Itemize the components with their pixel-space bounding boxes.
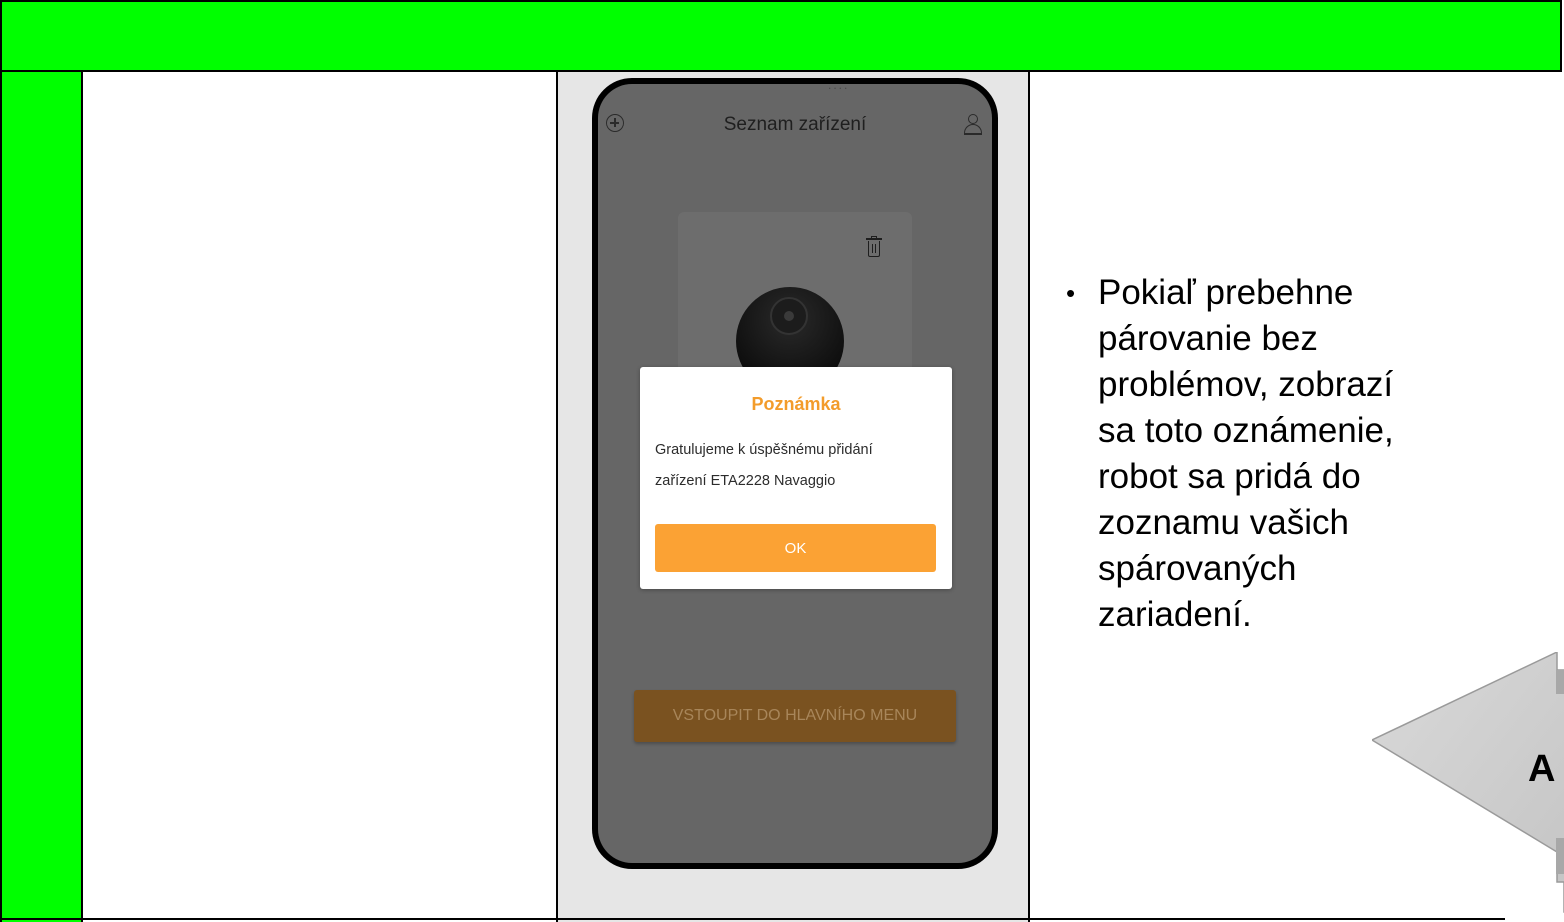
left-green-band (0, 72, 83, 922)
description-list: • Pokiaľ prebehne párovanie bez problémo… (1066, 270, 1496, 638)
table-bottom-border (0, 918, 1505, 920)
description-line: zariadení. (1098, 595, 1252, 634)
user-icon[interactable] (962, 112, 984, 136)
description-line: sa toto oznámenie, (1098, 411, 1394, 450)
ok-button[interactable]: OK (655, 524, 936, 572)
description-line: robot sa pridá do (1098, 457, 1361, 496)
description-line: zoznamu vašich (1098, 503, 1349, 542)
description-line: problémov, zobrazí (1098, 365, 1394, 404)
success-dialog: Poznámka Gratulujeme k úspěšnému přidání… (640, 367, 952, 589)
description-line: spárovaných (1098, 549, 1297, 588)
top-green-band (0, 0, 1562, 72)
empty-column (83, 72, 558, 922)
page-title: Seznam zařízení (723, 114, 867, 135)
phone-screen: .... Seznam zařízení VSTOUPIT DO HLAVNÍH… (598, 84, 992, 863)
dialog-message-line: Gratulujeme k úspěšnému přidání (655, 442, 873, 458)
bullet-dot: • (1066, 278, 1076, 308)
description-line: párovanie bez (1098, 319, 1318, 358)
status-bar: .... (828, 84, 850, 92)
dialog-message: Gratulujeme k úspěšnému přidání zařízení… (655, 435, 940, 497)
arrow-label: A (1528, 748, 1556, 790)
description-bullet: • Pokiaľ prebehne párovanie bez problémo… (1066, 270, 1496, 638)
trash-icon[interactable] (866, 236, 882, 258)
enter-main-menu-button[interactable]: VSTOUPIT DO HLAVNÍHO MENU (634, 690, 956, 742)
dialog-message-line: zařízení ETA2228 Navaggio (655, 473, 836, 489)
dialog-title: Poznámka (751, 394, 841, 414)
description-line: Pokiaľ prebehne (1098, 273, 1354, 312)
